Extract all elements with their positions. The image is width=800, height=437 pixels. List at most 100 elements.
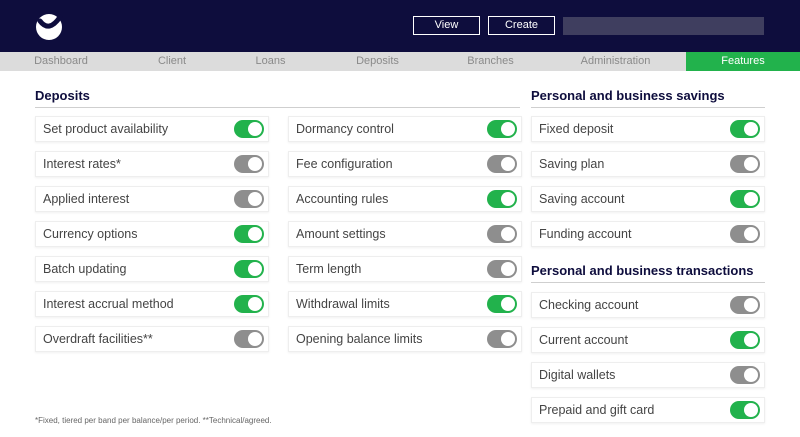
toggle-switch-off[interactable] [487,330,517,348]
toggle-switch-on[interactable] [234,260,264,278]
toggle-switch-on[interactable] [730,120,760,138]
toggle-knob [744,157,758,171]
toggle-knob [501,227,515,241]
feature-label: Fee configuration [296,157,393,171]
feature-label: Amount settings [296,227,386,241]
tab-deposits[interactable]: Deposits [319,52,436,71]
toggle-knob [501,297,515,311]
tab-dashboard[interactable]: Dashboard [0,52,122,71]
toggle-switch-off[interactable] [487,155,517,173]
toggle-switch-off[interactable] [234,190,264,208]
feature-label: Currency options [43,227,138,241]
feature-row: Batch updating [35,256,269,282]
feature-label: Checking account [539,298,639,312]
toggle-switch-off[interactable] [730,155,760,173]
feature-row: Currency options [35,221,269,247]
toggle-switch-off[interactable] [234,155,264,173]
deposits-title: Deposits [35,88,520,108]
feature-row: Fixed deposit [531,116,765,142]
toggle-switch-off[interactable] [487,225,517,243]
toggle-switch-on[interactable] [234,120,264,138]
toggle-switch-on[interactable] [487,120,517,138]
toggle-switch-off[interactable] [730,296,760,314]
feature-label: Batch updating [43,262,127,276]
toggle-knob [744,368,758,382]
toggle-switch-off[interactable] [487,260,517,278]
toggle-knob [248,157,262,171]
toggle-switch-off[interactable] [730,225,760,243]
feature-label: Saving account [539,192,625,206]
feature-label: Interest rates* [43,157,121,171]
toggle-switch-on[interactable] [234,225,264,243]
toggle-knob [744,298,758,312]
feature-row: Checking account [531,292,765,318]
feature-row: Applied interest [35,186,269,212]
brand-logo-icon[interactable] [34,11,64,41]
toggle-knob [744,122,758,136]
toggle-switch-on[interactable] [487,190,517,208]
feature-row: Set product availability [35,116,269,142]
feature-label: Accounting rules [296,192,389,206]
toggle-knob [744,227,758,241]
toggle-knob [501,122,515,136]
tab-features[interactable]: Features [686,52,800,71]
transactions-title: Personal and business transactions [531,263,765,283]
feature-row: Fee configuration [288,151,522,177]
feature-row: Overdraft facilities** [35,326,269,352]
toggle-switch-on[interactable] [730,401,760,419]
toggle-knob [744,403,758,417]
toggle-knob [248,227,262,241]
toggle-switch-on[interactable] [730,190,760,208]
feature-label: Fixed deposit [539,122,614,136]
feature-row: Saving plan [531,151,765,177]
search-input[interactable] [563,17,764,35]
toggle-switch-off[interactable] [234,330,264,348]
toggle-knob [248,332,262,346]
main-nav: Dashboard Client Loans Deposits Branches… [0,52,800,71]
toggle-knob [501,157,515,171]
toggle-knob [248,122,262,136]
feature-label: Dormancy control [296,122,394,136]
feature-label: Current account [539,333,628,347]
tab-client[interactable]: Client [122,52,222,71]
feature-row: Opening balance limits [288,326,522,352]
feature-label: Overdraft facilities** [43,332,153,346]
toggle-knob [744,333,758,347]
toggle-knob [248,262,262,276]
feature-label: Term length [296,262,362,276]
feature-label: Interest accrual method [43,297,174,311]
tab-administration[interactable]: Administration [545,52,686,71]
toggle-switch-off[interactable] [730,366,760,384]
feature-row: Interest accrual method [35,291,269,317]
feature-row: Current account [531,327,765,353]
top-header: View Create [0,0,800,52]
feature-label: Prepaid and gift card [539,403,655,417]
feature-label: Digital wallets [539,368,616,382]
toggle-knob [501,192,515,206]
feature-row: Accounting rules [288,186,522,212]
feature-label: Withdrawal limits [296,297,390,311]
tab-branches[interactable]: Branches [436,52,545,71]
feature-row: Digital wallets [531,362,765,388]
toggle-knob [501,332,515,346]
feature-row: Interest rates* [35,151,269,177]
toggle-knob [744,192,758,206]
view-button[interactable]: View [413,16,480,35]
feature-label: Funding account [539,227,632,241]
feature-row: Amount settings [288,221,522,247]
feature-label: Saving plan [539,157,605,171]
toggle-knob [248,297,262,311]
savings-title: Personal and business savings [531,88,765,108]
create-button[interactable]: Create [488,16,555,35]
feature-label: Opening balance limits [296,332,423,346]
toggle-switch-on[interactable] [730,331,760,349]
footnote: *Fixed, tiered per band per balance/per … [35,416,272,425]
feature-row: Term length [288,256,522,282]
toggle-switch-on[interactable] [234,295,264,313]
tab-loans[interactable]: Loans [222,52,319,71]
toggle-knob [501,262,515,276]
toggle-switch-on[interactable] [487,295,517,313]
feature-label: Applied interest [43,192,130,206]
feature-row: Dormancy control [288,116,522,142]
feature-row: Prepaid and gift card [531,397,765,423]
